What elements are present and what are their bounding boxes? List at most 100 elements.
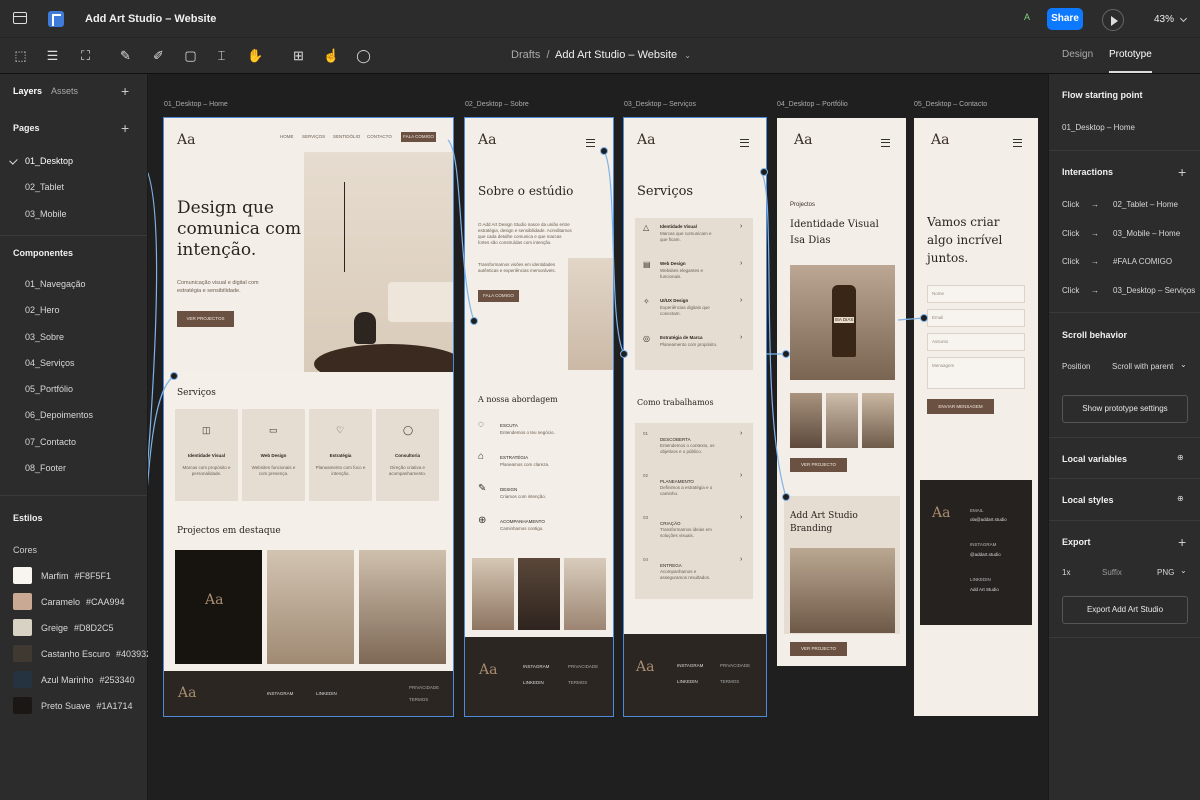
connection-node[interactable]: [170, 372, 178, 380]
avatar[interactable]: A: [1024, 12, 1030, 22]
styles-icon[interactable]: ⊕: [1177, 494, 1184, 503]
layer-item[interactable]: 04_Serviços: [25, 358, 75, 368]
layer-item[interactable]: 07_Contacto: [25, 437, 76, 447]
connection-node[interactable]: [620, 350, 628, 358]
color-hex: #CAA994: [86, 597, 125, 607]
color-style-item[interactable]: Azul Marinho #253340: [41, 675, 135, 685]
color-style-item[interactable]: Castanho Escuro #403932: [41, 649, 151, 659]
canvas[interactable]: 01_Desktop – Home 02_Desktop – Sobre 03_…: [148, 74, 1048, 800]
connection-line: [447, 139, 475, 322]
interaction-trigger[interactable]: Click: [1062, 229, 1079, 238]
interaction-trigger[interactable]: Click: [1062, 200, 1079, 209]
page-item[interactable]: 03_Mobile: [25, 209, 67, 219]
layer-item[interactable]: 06_Depoimentos: [25, 410, 93, 420]
move-tool-icon[interactable]: ⬚: [13, 48, 28, 63]
tab-design[interactable]: Design: [1062, 49, 1093, 60]
prototype-settings-button[interactable]: Show prototype settings: [1062, 395, 1188, 423]
connection-node[interactable]: [782, 350, 790, 358]
layer-item[interactable]: 02_Hero: [25, 305, 60, 315]
tab-assets[interactable]: Assets: [51, 86, 78, 96]
add-interaction-icon[interactable]: +: [1178, 165, 1186, 179]
add-icon[interactable]: +: [121, 84, 129, 98]
color-style-item[interactable]: Marfim #F8F5F1: [41, 571, 111, 581]
interaction-target[interactable]: #FALA COMIGO: [1113, 257, 1172, 266]
export-format[interactable]: PNG: [1157, 568, 1174, 577]
divider: [0, 235, 147, 236]
tab-prototype[interactable]: Prototype: [1109, 49, 1152, 73]
connection-node[interactable]: [760, 168, 768, 176]
file-title[interactable]: Add Art Studio – Website: [85, 13, 216, 25]
color-name: Marfim: [41, 571, 69, 581]
local-variables[interactable]: Local variables: [1062, 454, 1127, 464]
export-scale[interactable]: 1x: [1062, 568, 1070, 577]
add-page-icon[interactable]: +: [121, 121, 129, 135]
flow-start-value[interactable]: 01_Desktop – Home: [1062, 123, 1135, 132]
interaction-target[interactable]: 03_Mobile – Home: [1113, 229, 1180, 238]
color-swatch[interactable]: [13, 593, 32, 610]
color-swatch[interactable]: [13, 645, 32, 662]
layer-item[interactable]: 01_Navegação: [25, 279, 86, 289]
color-hex: #253340: [99, 675, 135, 685]
chevron-down-icon[interactable]: ⌄: [684, 51, 691, 60]
variables-icon[interactable]: ⊕: [1177, 453, 1184, 462]
scroll-title: Scroll behavior: [1062, 330, 1128, 340]
layer-item[interactable]: 05_Portfólio: [25, 384, 73, 394]
prototype-connections: [148, 139, 925, 498]
export-button[interactable]: Export Add Art Studio: [1062, 596, 1188, 624]
color-style-item[interactable]: Greige #D8D2C5: [41, 623, 114, 633]
color-swatch[interactable]: [13, 697, 32, 714]
text-tool-icon[interactable]: ⌶: [214, 48, 229, 63]
present-play-icon[interactable]: [1102, 9, 1124, 31]
position-label: Position: [1062, 362, 1091, 371]
color-hex: #1A1714: [96, 701, 133, 711]
grab-icon[interactable]: ☝: [323, 48, 339, 63]
color-hex: #F8F5F1: [74, 571, 112, 581]
chevron-down-icon[interactable]: ⌄: [1180, 566, 1187, 575]
breadcrumb-file[interactable]: Add Art Studio – Website: [555, 49, 677, 61]
color-swatch[interactable]: [13, 567, 32, 584]
interaction-target[interactable]: 03_Desktop – Serviços: [1113, 286, 1195, 295]
shape-tool-icon[interactable]: ▢: [183, 48, 198, 63]
page-item[interactable]: 02_Tablet: [25, 182, 64, 192]
connection-node[interactable]: [600, 147, 608, 155]
export-suffix-input[interactable]: Suffix: [1102, 568, 1122, 577]
divider: [1049, 478, 1200, 479]
color-swatch[interactable]: [13, 619, 32, 636]
pencil-tool-icon[interactable]: ✐: [151, 48, 166, 63]
main-menu-icon[interactable]: [13, 12, 27, 24]
color-style-item[interactable]: Caramelo #CAA994: [41, 597, 125, 607]
tab-layers[interactable]: Layers: [13, 86, 42, 96]
color-style-item[interactable]: Preto Suave #1A1714: [41, 701, 133, 711]
connection-node[interactable]: [782, 493, 790, 501]
share-button[interactable]: Share: [1047, 8, 1083, 30]
layer-item[interactable]: 08_Footer: [25, 463, 66, 473]
layer-item[interactable]: 03_Sobre: [25, 332, 64, 342]
color-hex: #403932: [116, 649, 152, 659]
arrow-right-icon: →: [1091, 257, 1099, 266]
connection-node[interactable]: [920, 314, 928, 322]
color-name: Castanho Escuro: [41, 649, 111, 659]
connection-node[interactable]: [470, 317, 478, 325]
components-title: Componentes: [13, 248, 74, 258]
position-select[interactable]: Scroll with parent: [1112, 362, 1173, 371]
list-icon[interactable]: ☰: [45, 48, 60, 63]
pen-tool-icon[interactable]: ✎: [118, 48, 133, 63]
zoom-level[interactable]: 43%: [1154, 14, 1174, 25]
color-swatch[interactable]: [13, 671, 32, 688]
component-icon[interactable]: ⊞: [291, 48, 306, 63]
frame-tool-icon[interactable]: ⛶: [78, 48, 93, 63]
interaction-target[interactable]: 02_Tablet – Home: [1113, 200, 1178, 209]
hand-tool-icon[interactable]: ✋: [247, 48, 263, 63]
breadcrumb-separator: /: [546, 49, 550, 61]
color-name: Greige: [41, 623, 69, 633]
breadcrumb-root[interactable]: Drafts: [511, 49, 540, 61]
chevron-down-icon[interactable]: ⌄: [1180, 360, 1187, 369]
interaction-trigger[interactable]: Click: [1062, 286, 1079, 295]
interaction-trigger[interactable]: Click: [1062, 257, 1079, 266]
local-styles[interactable]: Local styles: [1062, 495, 1114, 505]
figma-logo-icon[interactable]: [48, 11, 64, 27]
add-export-icon[interactable]: +: [1178, 535, 1186, 549]
interactions-title: Interactions: [1062, 167, 1114, 177]
comment-icon[interactable]: ◯: [356, 48, 371, 63]
page-item[interactable]: 01_Desktop: [25, 156, 73, 166]
